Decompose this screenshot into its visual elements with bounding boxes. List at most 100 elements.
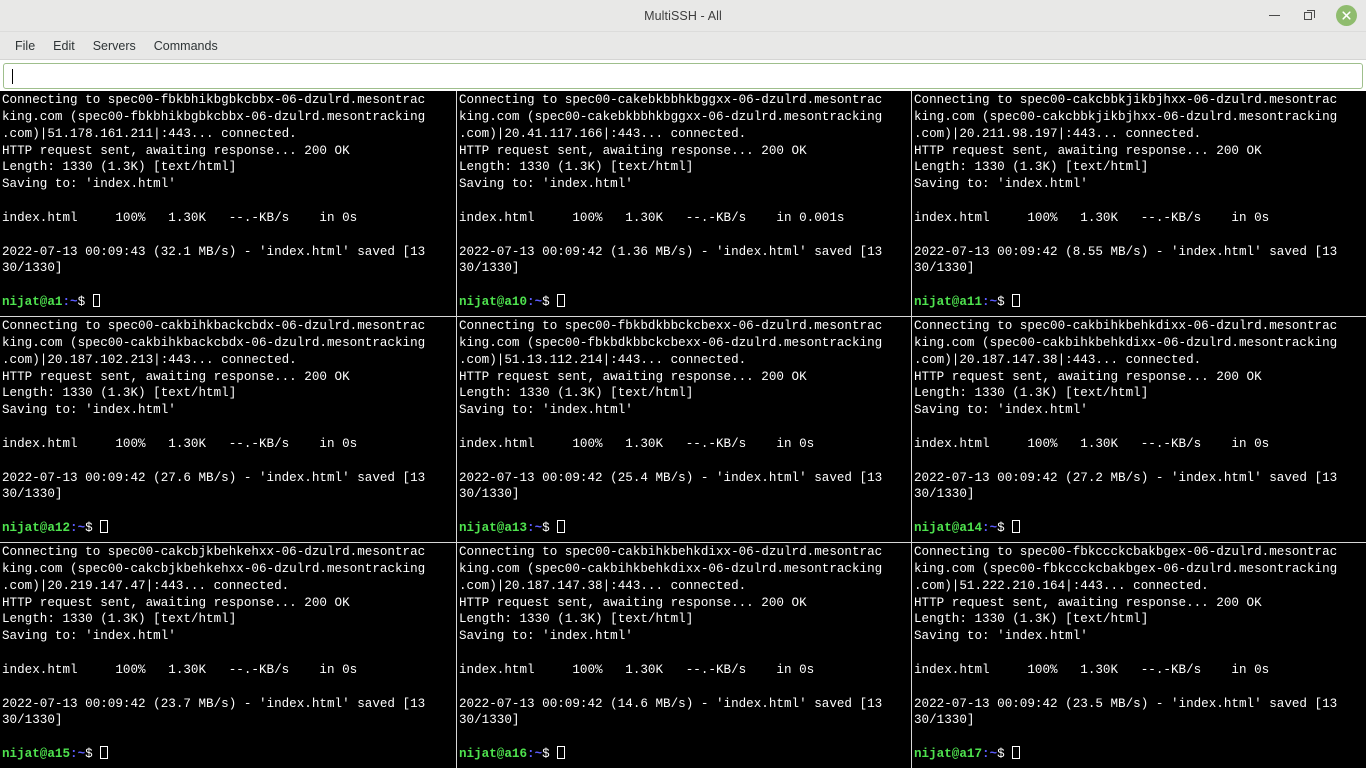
saved-line-cont: 30/1330] [2,713,63,728]
output-line: HTTP request sent, awaiting response... … [914,369,1262,384]
output-line: HTTP request sent, awaiting response... … [914,143,1262,158]
output-line: Saving to: 'index.html' [2,403,176,418]
shell-prompt-a16: nijat@a16:~$ [459,746,911,763]
output-line: HTTP request sent, awaiting response... … [2,143,350,158]
output-line: Saving to: 'index.html' [2,629,176,644]
prompt-user: nijat@a12 [2,521,71,536]
saved-line-cont: 30/1330] [914,261,975,276]
saved-line-cont: 30/1330] [914,487,975,502]
output-line: Connecting to spec00-cakcbbkjikbjhxx-06-… [914,93,1338,107]
prompt-symbol: $ [997,747,1013,762]
terminal-pane-a14[interactable]: Connecting to spec00-cakbihkbehkdixx-06-… [912,317,1366,542]
terminal-pane-a16[interactable]: Connecting to spec00-cakbihkbehkdixx-06-… [457,543,911,768]
multissh-window: MultiSSH - All File Edit Servers Command… [0,0,1366,768]
command-bar-wrapper [0,60,1366,91]
terminal-pane-a17[interactable]: Connecting to spec00-fbkccckcbakbgex-06-… [912,543,1366,768]
progress-line: index.html 100% 1.30K --.-KB/s in 0.001s [459,210,845,225]
progress-line: index.html 100% 1.30K --.-KB/s in 0s [459,662,815,677]
output-line: HTTP request sent, awaiting response... … [459,369,807,384]
maximize-button[interactable] [1299,5,1321,27]
output-line: Saving to: 'index.html' [459,177,633,192]
output-line: HTTP request sent, awaiting response... … [914,595,1262,610]
output-line: king.com (spec00-cakcbjkbehkehxx-06-dzul… [2,561,426,576]
pane-output-a15: Connecting to spec00-cakcbjkbehkehxx-06-… [2,544,456,746]
saved-line-cont: 30/1330] [914,713,975,728]
saved-line: 2022-07-13 00:09:42 (27.6 MB/s) - 'index… [2,470,426,485]
terminal-pane-a10[interactable]: Connecting to spec00-cakebkbbhkbggxx-06-… [457,91,911,316]
prompt-path: :~ [527,747,543,762]
shell-prompt-a13: nijat@a13:~$ [459,520,911,537]
prompt-path: :~ [527,521,543,536]
output-line: Length: 1330 (1.3K) [text/html] [2,612,237,627]
saved-line: 2022-07-13 00:09:42 (25.4 MB/s) - 'index… [459,470,883,485]
prompt-symbol: $ [85,747,101,762]
menu-item-servers[interactable]: Servers [84,36,145,56]
shell-prompt-a10: nijat@a10:~$ [459,294,911,311]
menu-bar: File Edit Servers Commands [0,32,1366,60]
output-line: Connecting to spec00-cakbihkbehkdixx-06-… [459,545,883,559]
output-line: Length: 1330 (1.3K) [text/html] [459,386,694,401]
prompt-symbol: $ [542,295,558,310]
shell-prompt-a12: nijat@a12:~$ [2,520,456,537]
terminal-cursor [557,746,565,760]
saved-line: 2022-07-13 00:09:42 (14.6 MB/s) - 'index… [459,696,883,711]
prompt-user: nijat@a16 [459,747,528,762]
menu-item-commands[interactable]: Commands [145,36,227,56]
output-line: Connecting to spec00-fbkccckcbakbgex-06-… [914,545,1338,559]
menu-item-edit[interactable]: Edit [44,36,84,56]
output-line: king.com (spec00-cakbihkbehkdixx-06-dzul… [914,335,1338,350]
menu-item-file[interactable]: File [6,36,44,56]
shell-prompt-a1: nijat@a1:~$ [2,294,456,311]
prompt-user: nijat@a15 [2,747,71,762]
progress-line: index.html 100% 1.30K --.-KB/s in 0s [914,662,1270,677]
terminal-pane-a12[interactable]: Connecting to spec00-cakbihkbackcbdx-06-… [0,317,456,542]
prompt-path: :~ [70,521,86,536]
pane-output-a12: Connecting to spec00-cakbihkbackcbdx-06-… [2,318,456,520]
saved-line: 2022-07-13 00:09:42 (1.36 MB/s) - 'index… [459,244,883,259]
pane-output-a10: Connecting to spec00-cakebkbbhkbggxx-06-… [459,92,911,294]
terminal-cursor [92,294,101,308]
output-line: .com)|51.13.112.214|:443... connected. [459,352,747,367]
output-line: Length: 1330 (1.3K) [text/html] [914,386,1149,401]
minimize-button[interactable] [1263,5,1285,27]
output-line: Length: 1330 (1.3K) [text/html] [2,386,237,401]
terminal-pane-a1[interactable]: Connecting to spec00-fbkbhikbgbkcbbx-06-… [0,91,456,316]
output-line: Length: 1330 (1.3K) [text/html] [459,160,694,175]
terminal-pane-a15[interactable]: Connecting to spec00-cakcbjkbehkehxx-06-… [0,543,456,768]
terminal-cursor [557,294,565,308]
prompt-user: nijat@a10 [459,295,528,310]
output-line: Saving to: 'index.html' [914,629,1088,644]
minimize-icon [1268,14,1280,17]
close-button[interactable] [1335,5,1357,27]
terminal-pane-a13[interactable]: Connecting to spec00-fbkbdkbbckcbexx-06-… [457,317,911,542]
prompt-symbol: $ [85,521,101,536]
progress-line: index.html 100% 1.30K --.-KB/s in 0s [914,210,1270,225]
output-line: Saving to: 'index.html' [914,177,1088,192]
progress-line: index.html 100% 1.30K --.-KB/s in 0s [2,436,358,451]
output-line: .com)|20.187.147.38|:443... connected. [914,352,1202,367]
prompt-path: :~ [982,747,998,762]
output-line: .com)|20.219.147.47|:443... connected. [2,578,290,593]
progress-line: index.html 100% 1.30K --.-KB/s in 0s [2,662,358,677]
output-line: .com)|20.187.102.213|:443... connected. [2,352,297,367]
terminal-cursor [100,746,108,760]
output-line: king.com (spec00-cakebkbbhkbggxx-06-dzul… [459,109,883,124]
output-line: Length: 1330 (1.3K) [text/html] [914,160,1149,175]
output-line: HTTP request sent, awaiting response... … [459,595,807,610]
pane-output-a16: Connecting to spec00-cakbihkbehkdixx-06-… [459,544,911,746]
terminal-pane-a11[interactable]: Connecting to spec00-cakcbbkjikbjhxx-06-… [912,91,1366,316]
saved-line-cont: 30/1330] [2,487,63,502]
terminal-cursor [557,520,565,534]
output-line: king.com (spec00-cakcbbkjikbjhxx-06-dzul… [914,109,1338,124]
command-input[interactable] [3,63,1363,89]
terminal-cursor [100,520,108,534]
